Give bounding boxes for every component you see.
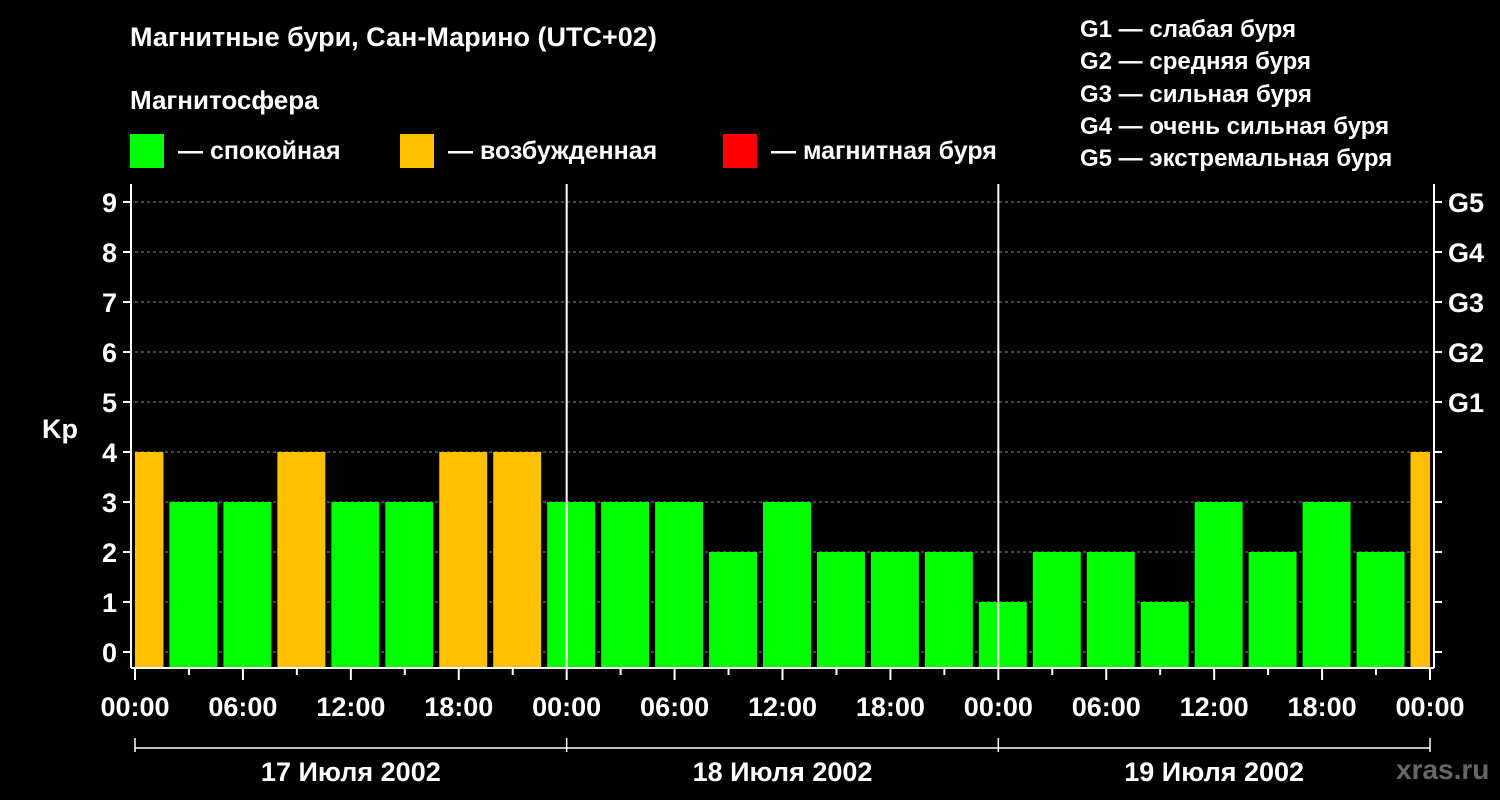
kp-bar	[1194, 502, 1243, 668]
y-tick-label: 1	[102, 588, 117, 618]
day-label: 18 Июля 2002	[693, 757, 873, 787]
x-tick-label: 00:00	[532, 692, 601, 722]
g-scale-label: G4	[1448, 238, 1484, 268]
x-tick-label: 06:00	[208, 692, 277, 722]
kp-bar	[1410, 452, 1430, 668]
kp-bar	[978, 602, 1027, 668]
x-tick-label: 06:00	[1072, 692, 1141, 722]
g-scale-label: G1	[1448, 388, 1484, 418]
kp-bar	[223, 502, 272, 668]
kp-bar	[816, 552, 865, 668]
g-scale-label: G2	[1448, 338, 1484, 368]
y-tick-label: 8	[102, 238, 117, 268]
kp-bar	[1086, 552, 1135, 668]
kp-bar	[1248, 552, 1297, 668]
kp-bar	[493, 452, 542, 668]
kp-bar	[135, 452, 164, 668]
kp-bar	[763, 502, 811, 668]
kp-bar	[439, 452, 488, 668]
x-tick-label: 12:00	[748, 692, 817, 722]
y-tick-label: 6	[102, 338, 117, 368]
x-tick-label: 06:00	[640, 692, 709, 722]
kp-bar	[655, 502, 704, 668]
y-axis-label: Kp	[42, 414, 78, 444]
kp-bar	[331, 502, 380, 668]
x-tick-label: 00:00	[100, 692, 169, 722]
y-tick-label: 3	[102, 488, 117, 518]
kp-bar	[1140, 602, 1189, 668]
x-tick-label: 00:00	[1395, 692, 1464, 722]
x-tick-label: 18:00	[856, 692, 925, 722]
day-label: 19 Июля 2002	[1124, 757, 1304, 787]
kp-bar	[385, 502, 434, 668]
y-tick-label: 4	[102, 438, 117, 468]
watermark: xras.ru	[1396, 754, 1490, 785]
x-tick-label: 12:00	[1180, 692, 1249, 722]
kp-bar	[547, 502, 596, 668]
y-tick-label: 9	[102, 188, 117, 218]
kp-bar	[277, 452, 326, 668]
x-tick-label: 18:00	[424, 692, 493, 722]
g-scale-label: G5	[1448, 188, 1484, 218]
y-tick-label: 5	[102, 388, 117, 418]
kp-bar	[169, 502, 218, 668]
x-tick-label: 00:00	[964, 692, 1033, 722]
y-tick-label: 0	[102, 638, 117, 668]
kp-bar	[601, 502, 650, 668]
kp-bar	[1356, 552, 1405, 668]
day-label: 17 Июля 2002	[261, 757, 441, 787]
y-tick-label: 7	[102, 288, 117, 318]
x-tick-label: 18:00	[1288, 692, 1357, 722]
kp-bar	[1302, 502, 1351, 668]
x-tick-label: 12:00	[316, 692, 385, 722]
g-scale-label: G3	[1448, 288, 1484, 318]
kp-bar	[924, 552, 973, 668]
kp-bar-chart: 0 1 2 3 4 5 6 7 8 9 G1 G2 G3 G4 G5 Kp 00:00 06:00 12:00 18:…	[42, 184, 1484, 787]
kp-bar	[870, 552, 919, 668]
y-tick-label: 2	[102, 538, 117, 568]
kp-bar	[1032, 552, 1081, 668]
kp-bar	[709, 552, 758, 668]
